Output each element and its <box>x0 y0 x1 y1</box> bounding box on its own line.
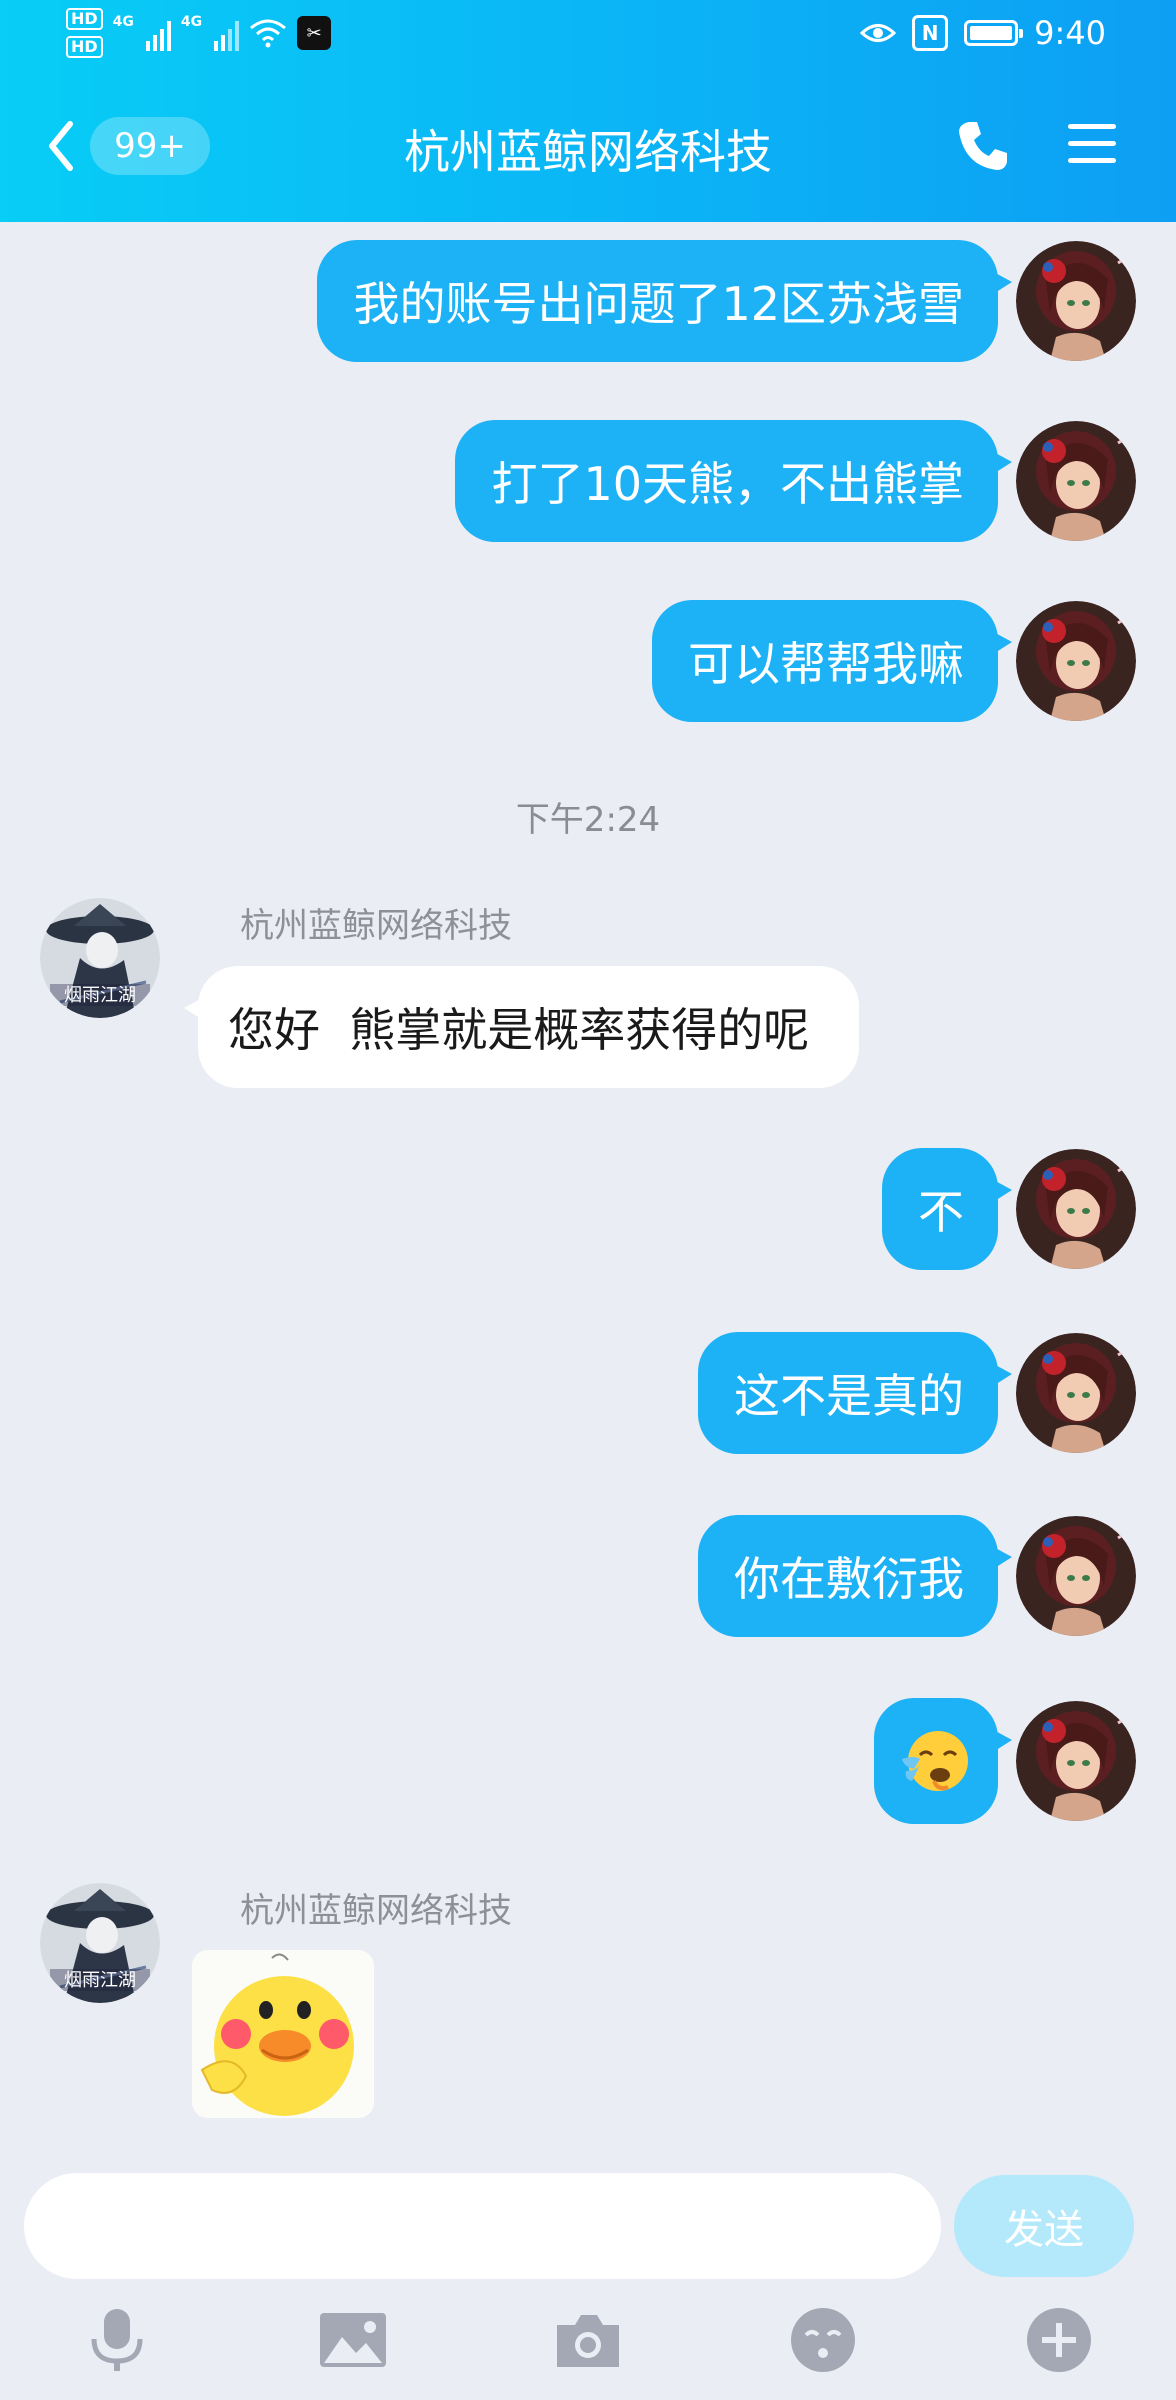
plus-icon[interactable] <box>1024 2305 1094 2375</box>
sender-name: 杭州蓝鲸网络科技 <box>240 906 512 946</box>
my-avatar[interactable] <box>1016 601 1136 721</box>
crying-face-icon <box>902 1731 968 1791</box>
outgoing-message-bubble[interactable]: 我的账号出问题了12区苏浅雪 <box>317 240 1012 362</box>
incoming-message-bubble[interactable]: 您好 熊掌就是概率获得的呢 <box>183 966 860 1088</box>
outgoing-message-bubble[interactable]: 可以帮帮我嘛 <box>652 600 1012 722</box>
timestamp-divider: 下午2:24 <box>515 800 661 840</box>
my-avatar[interactable] <box>1016 241 1136 361</box>
clock: 9:40 <box>1034 14 1106 52</box>
my-avatar[interactable] <box>1016 1149 1136 1269</box>
signal-icon <box>145 15 171 51</box>
message-row <box>874 1698 1136 1824</box>
message-input[interactable] <box>24 2173 941 2279</box>
sim1-network-label: 4G <box>112 14 134 30</box>
message-row: 你在敷衍我 <box>698 1515 1136 1637</box>
outgoing-message-bubble[interactable]: 这不是真的 <box>698 1332 1012 1454</box>
contact-avatar[interactable] <box>40 1883 160 2003</box>
nfc-icon: N <box>912 15 949 51</box>
outgoing-message-bubble[interactable]: 打了10天熊，不出熊掌 <box>455 420 1012 542</box>
my-avatar[interactable] <box>1016 1333 1136 1453</box>
status-left: HD HD 4G 4G ✂ <box>66 8 332 58</box>
outgoing-emoji-bubble[interactable] <box>874 1698 1012 1824</box>
hd-indicators: HD HD <box>66 8 103 58</box>
message-row: 不 <box>882 1148 1136 1270</box>
outgoing-message-bubble[interactable]: 不 <box>882 1148 1012 1270</box>
microphone-icon[interactable] <box>82 2305 152 2375</box>
hd-badge-2: HD <box>66 36 103 58</box>
phone-icon[interactable] <box>955 118 1011 174</box>
image-icon[interactable] <box>318 2305 388 2375</box>
wifi-icon <box>250 19 287 48</box>
my-avatar[interactable] <box>1016 1516 1136 1636</box>
message-row: 这不是真的 <box>698 1332 1136 1454</box>
send-button[interactable]: 发送 <box>954 2175 1134 2277</box>
hd-badge-1: HD <box>66 8 103 30</box>
my-avatar[interactable] <box>1016 1701 1136 1821</box>
signal-icon <box>214 15 240 51</box>
status-right: N 9:40 <box>860 14 1106 52</box>
battery-icon <box>964 20 1024 46</box>
my-avatar[interactable] <box>1016 421 1136 541</box>
capcut-app-icon: ✂ <box>297 16 332 50</box>
sender-name: 杭州蓝鲸网络科技 <box>240 1891 512 1931</box>
camera-icon[interactable] <box>553 2305 623 2375</box>
eye-icon <box>860 24 897 42</box>
yellow-duck-sticker[interactable] <box>192 1950 374 2118</box>
emoji-icon[interactable] <box>788 2305 858 2375</box>
outgoing-message-bubble[interactable]: 你在敷衍我 <box>698 1515 1012 1637</box>
message-row: 可以帮帮我嘛 <box>652 600 1136 722</box>
message-row: 我的账号出问题了12区苏浅雪 <box>317 240 1136 362</box>
status-bar: HD HD 4G 4G ✂ N 9:40 <box>0 0 1176 72</box>
contact-avatar[interactable] <box>40 898 160 1018</box>
message-row: 打了10天熊，不出熊掌 <box>455 420 1136 542</box>
chat-header: HD HD 4G 4G ✂ N 9:40 99+ 杭州蓝鲸网络科技 <box>0 0 1176 222</box>
menu-icon[interactable] <box>1066 120 1118 168</box>
sim2-network-label: 4G <box>180 14 203 30</box>
